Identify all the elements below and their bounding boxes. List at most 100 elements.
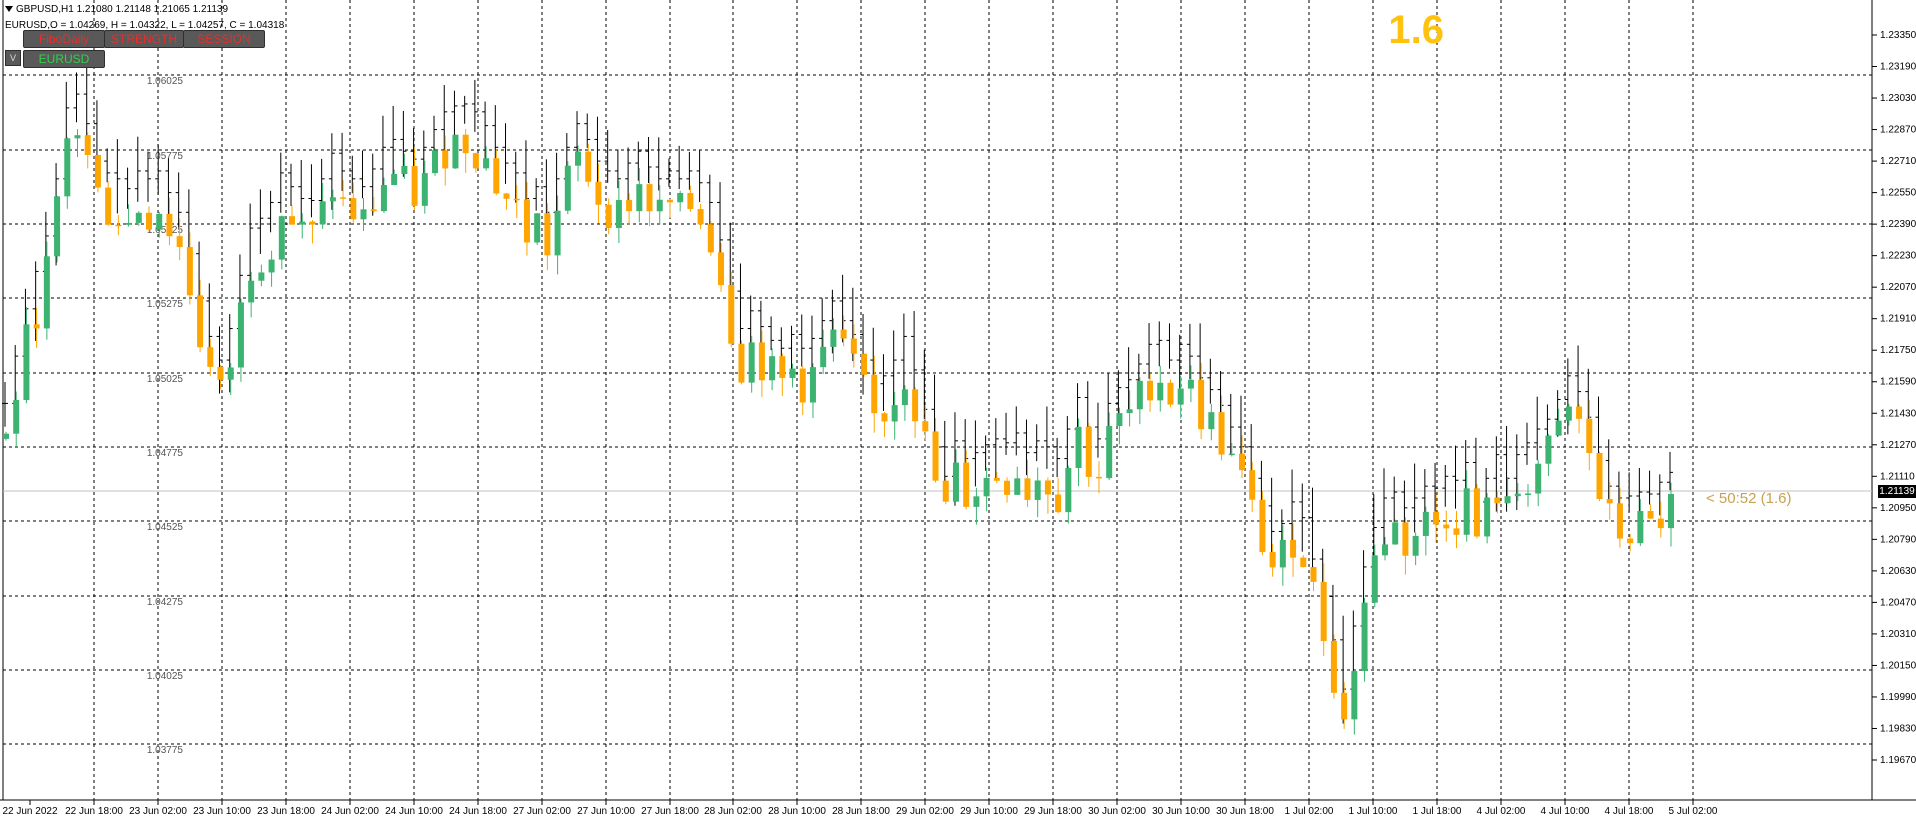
grid — [3, 0, 1872, 800]
x-tick-label: 5 Jul 02:00 — [1669, 806, 1718, 817]
eurusd-candle — [309, 221, 316, 225]
eurusd-candle — [1371, 555, 1378, 603]
eurusd-level-label: 1.05775 — [147, 151, 184, 162]
x-tick-label: 22 Jun 18:00 — [65, 806, 123, 817]
eurusd-button[interactable]: EURUSD — [23, 50, 105, 68]
eurusd-candle — [922, 421, 929, 432]
eurusd-candle — [585, 151, 592, 182]
eurusd-candle — [146, 212, 153, 230]
eurusd-candle — [1259, 499, 1266, 552]
x-tick-label: 29 Jun 18:00 — [1024, 806, 1082, 817]
eurusd-candle — [207, 347, 214, 367]
eurusd-candle — [1228, 453, 1235, 456]
x-tick-label: 30 Jun 18:00 — [1216, 806, 1274, 817]
y-tick-label: 1.20950 — [1880, 503, 1916, 514]
eurusd-candle — [1545, 435, 1552, 464]
y-tick-label: 1.22710 — [1880, 156, 1916, 167]
eurusd-candle — [54, 196, 61, 257]
x-tick-label: 23 Jun 10:00 — [193, 806, 251, 817]
price-chart[interactable]: 1.06025 1.05775 1.05525 1.05275 1.05025 1.047… — [0, 0, 1916, 818]
eurusd-candle — [1453, 528, 1460, 535]
eurusd-candle — [1085, 426, 1092, 477]
x-tick-label: 1 Jul 10:00 — [1349, 806, 1398, 817]
eurusd-candle — [1055, 494, 1062, 513]
x-tick-label: 4 Jul 18:00 — [1605, 806, 1654, 817]
strength-button[interactable]: STRENGTH — [104, 30, 184, 48]
eurusd-candle — [993, 477, 1000, 481]
eurusd-candle — [748, 342, 755, 383]
eurusd-candle — [125, 222, 132, 225]
eurusd-candle — [646, 184, 653, 212]
y-tick-label: 1.22870 — [1880, 125, 1916, 136]
chart-title-text: GBPUSD,H1 1.21080 1.21148 1.21065 1.2113… — [16, 4, 229, 15]
eurusd-candle — [881, 413, 888, 422]
eurusd-candle — [912, 389, 919, 422]
eurusd-candle — [360, 209, 367, 220]
eurusd-candle — [1535, 463, 1542, 494]
eurusd-candle — [1147, 380, 1154, 401]
eurusd-candle — [1392, 522, 1399, 545]
x-tick-label: 4 Jul 02:00 — [1477, 806, 1526, 817]
x-tick-label: 23 Jun 18:00 — [257, 806, 315, 817]
eurusd-candle — [707, 224, 714, 253]
eurusd-candle — [1596, 453, 1603, 500]
eurusd-candle — [697, 208, 704, 225]
eurusd-candle — [227, 367, 234, 380]
fibo-daily-button[interactable]: FiboDaily — [23, 30, 105, 48]
eurusd-candle — [1361, 602, 1368, 672]
eurusd-candle — [1473, 488, 1480, 537]
eurusd-level-label: 1.05275 — [147, 299, 184, 310]
x-tick-label: 24 Jun 10:00 — [385, 806, 443, 817]
eurusd-candle — [901, 389, 908, 406]
x-tick-label: 1 Jul 18:00 — [1413, 806, 1462, 817]
y-tick-label: 1.19990 — [1880, 692, 1916, 703]
eurusd-level-labels: 1.06025 1.05775 1.05525 1.05275 1.05025 1.047… — [147, 76, 184, 756]
eurusd-candle — [1249, 470, 1256, 500]
eurusd-candle — [728, 285, 735, 344]
x-tick-label: 28 Jun 10:00 — [768, 806, 826, 817]
eurusd-candle — [687, 192, 694, 209]
eurusd-candle — [1668, 493, 1674, 529]
x-tick-label: 24 Jun 18:00 — [449, 806, 507, 817]
eurusd-candle — [973, 496, 980, 507]
eurusd-candle — [1555, 420, 1562, 436]
eurusd-candle — [1014, 478, 1021, 495]
eurusd-candle — [1034, 480, 1041, 500]
eurusd-candle — [605, 204, 612, 228]
eurusd-candle — [799, 368, 806, 403]
v-toggle-button[interactable]: V — [5, 50, 21, 66]
eurusd-candle — [666, 199, 673, 203]
eurusd-candle — [43, 256, 50, 329]
collapse-triangle-icon[interactable] — [5, 6, 13, 13]
eurusd-candle — [963, 462, 970, 507]
eurusd-candle — [1484, 497, 1491, 537]
eurusd-candle — [1290, 539, 1297, 558]
candle-timer: < 50:52 (1.6) — [1706, 490, 1792, 507]
eurusd-candle — [1504, 496, 1511, 504]
session-button[interactable]: SESSION — [183, 30, 265, 48]
y-tick-label: 1.22230 — [1880, 251, 1916, 262]
chart-title: GBPUSD,H1 1.21080 1.21148 1.21065 1.2113… — [5, 4, 228, 15]
eurusd-candle — [1198, 379, 1205, 430]
eurusd-candle — [84, 135, 91, 155]
y-tick-label: 1.23030 — [1880, 93, 1916, 104]
eurusd-candle — [197, 295, 204, 348]
y-tick-label: 1.21750 — [1880, 345, 1916, 356]
eurusd-candle — [850, 338, 857, 354]
y-tick-label: 1.20150 — [1880, 660, 1916, 671]
eurusd-candle — [503, 193, 510, 199]
eurusd-level-label: 1.04775 — [147, 448, 184, 459]
eurusd-candle — [1167, 382, 1174, 405]
y-tick-label: 1.20470 — [1880, 597, 1916, 608]
eurusd-candle — [840, 329, 847, 339]
eurusd-level-label: 1.06025 — [147, 76, 184, 87]
strength-value: 1.6 — [1388, 8, 1444, 52]
eurusd-candle — [1463, 488, 1470, 535]
y-tick-label: 1.23190 — [1880, 62, 1916, 73]
eurusd-candle — [626, 200, 633, 212]
y-tick-label: 1.22390 — [1880, 219, 1916, 230]
eurusd-candle — [1095, 476, 1102, 479]
eurusd-candle — [432, 150, 439, 174]
eurusd-candle — [340, 197, 347, 199]
eurusd-candle — [820, 346, 827, 368]
